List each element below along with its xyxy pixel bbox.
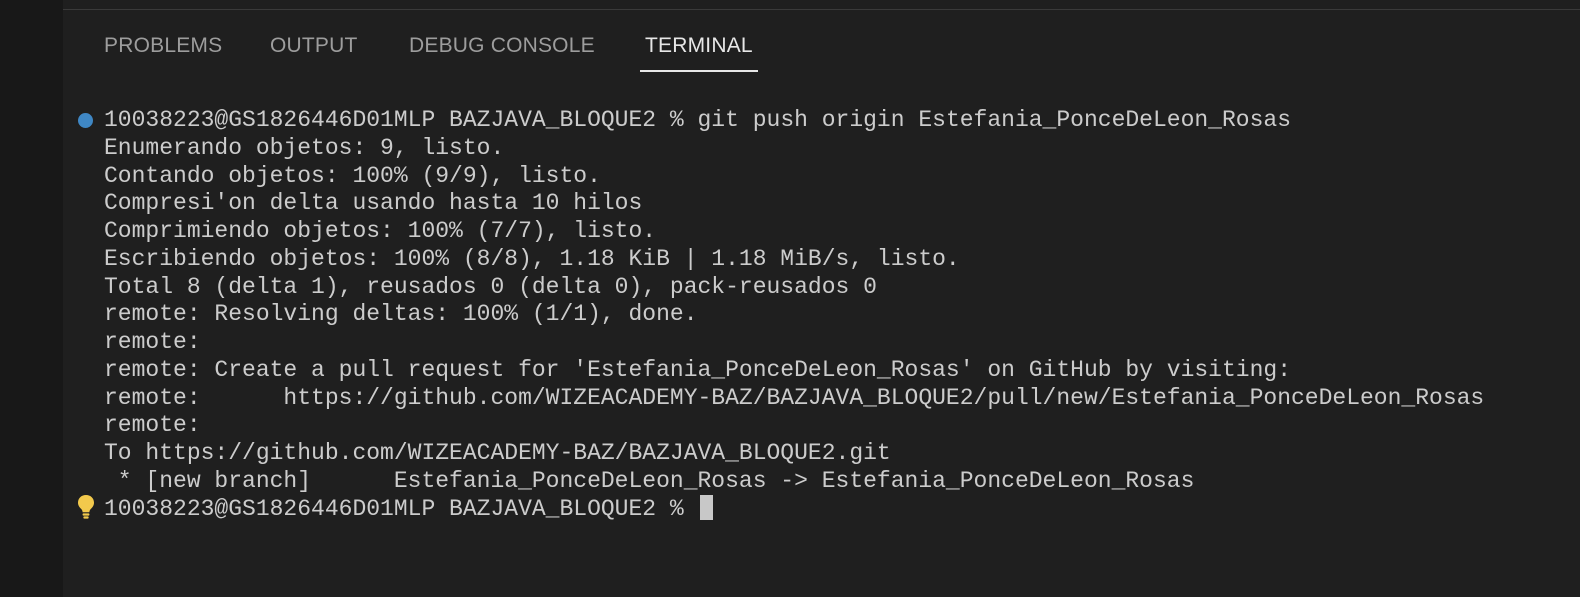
output-line: Total 8 (delta 1), reusados 0 (delta 0),… [104,274,877,300]
command-text: git push origin Estefania_PonceDeLeon_Ro… [697,107,1292,133]
tab-debug-console[interactable]: DEBUG CONSOLE [409,34,595,72]
command-line: 10038223@GS1826446D01MLP BAZJAVA_BLOQUE2… [104,106,1291,134]
panel-tabs: PROBLEMS OUTPUT DEBUG CONSOLE TERMINAL [63,10,1580,72]
terminal-view[interactable]: 10038223@GS1826446D01MLP BAZJAVA_BLOQUE2… [63,105,1580,597]
output-line: Compresi'on delta usando hasta 10 hilos [104,190,643,216]
bottom-panel: PROBLEMS OUTPUT DEBUG CONSOLE TERMINAL 1… [63,0,1580,597]
output-line: * [new branch] Estefania_PonceDeLeon_Ros… [104,468,1195,494]
current-prompt-line[interactable]: 10038223@GS1826446D01MLP BAZJAVA_BLOQUE2… [104,495,713,523]
output-line: remote: [104,412,201,438]
output-line: Enumerando objetos: 9, listo. [104,135,505,161]
terminal-cursor [699,495,713,520]
output-line-link[interactable]: remote: https://github.com/WIZEACADEMY-B… [104,384,1484,412]
output-line: remote: [104,329,201,355]
prompt-text: 10038223@GS1826446D01MLP BAZJAVA_BLOQUE2… [104,496,698,522]
output-line: Contando objetos: 100% (9/9), listo. [104,163,601,189]
activity-bar [0,0,63,597]
output-line: remote: Create a pull request for 'Estef… [104,357,1291,383]
output-line: Comprimiendo objetos: 100% (7/7), listo. [104,218,657,244]
output-line-link[interactable]: To https://github.com/WIZEACADEMY-BAZ/BA… [104,439,891,467]
lightbulb-icon[interactable] [77,494,95,520]
tab-output[interactable]: OUTPUT [270,34,358,72]
output-line: Escribiendo objetos: 100% (8/8), 1.18 Ki… [104,246,960,272]
tab-problems[interactable]: PROBLEMS [104,34,222,72]
prompt-text: 10038223@GS1826446D01MLP BAZJAVA_BLOQUE2… [104,107,698,133]
command-status-dot-icon[interactable] [78,113,93,128]
tab-terminal[interactable]: TERMINAL [640,34,758,72]
output-line: remote: Resolving deltas: 100% (1/1), do… [104,301,698,327]
